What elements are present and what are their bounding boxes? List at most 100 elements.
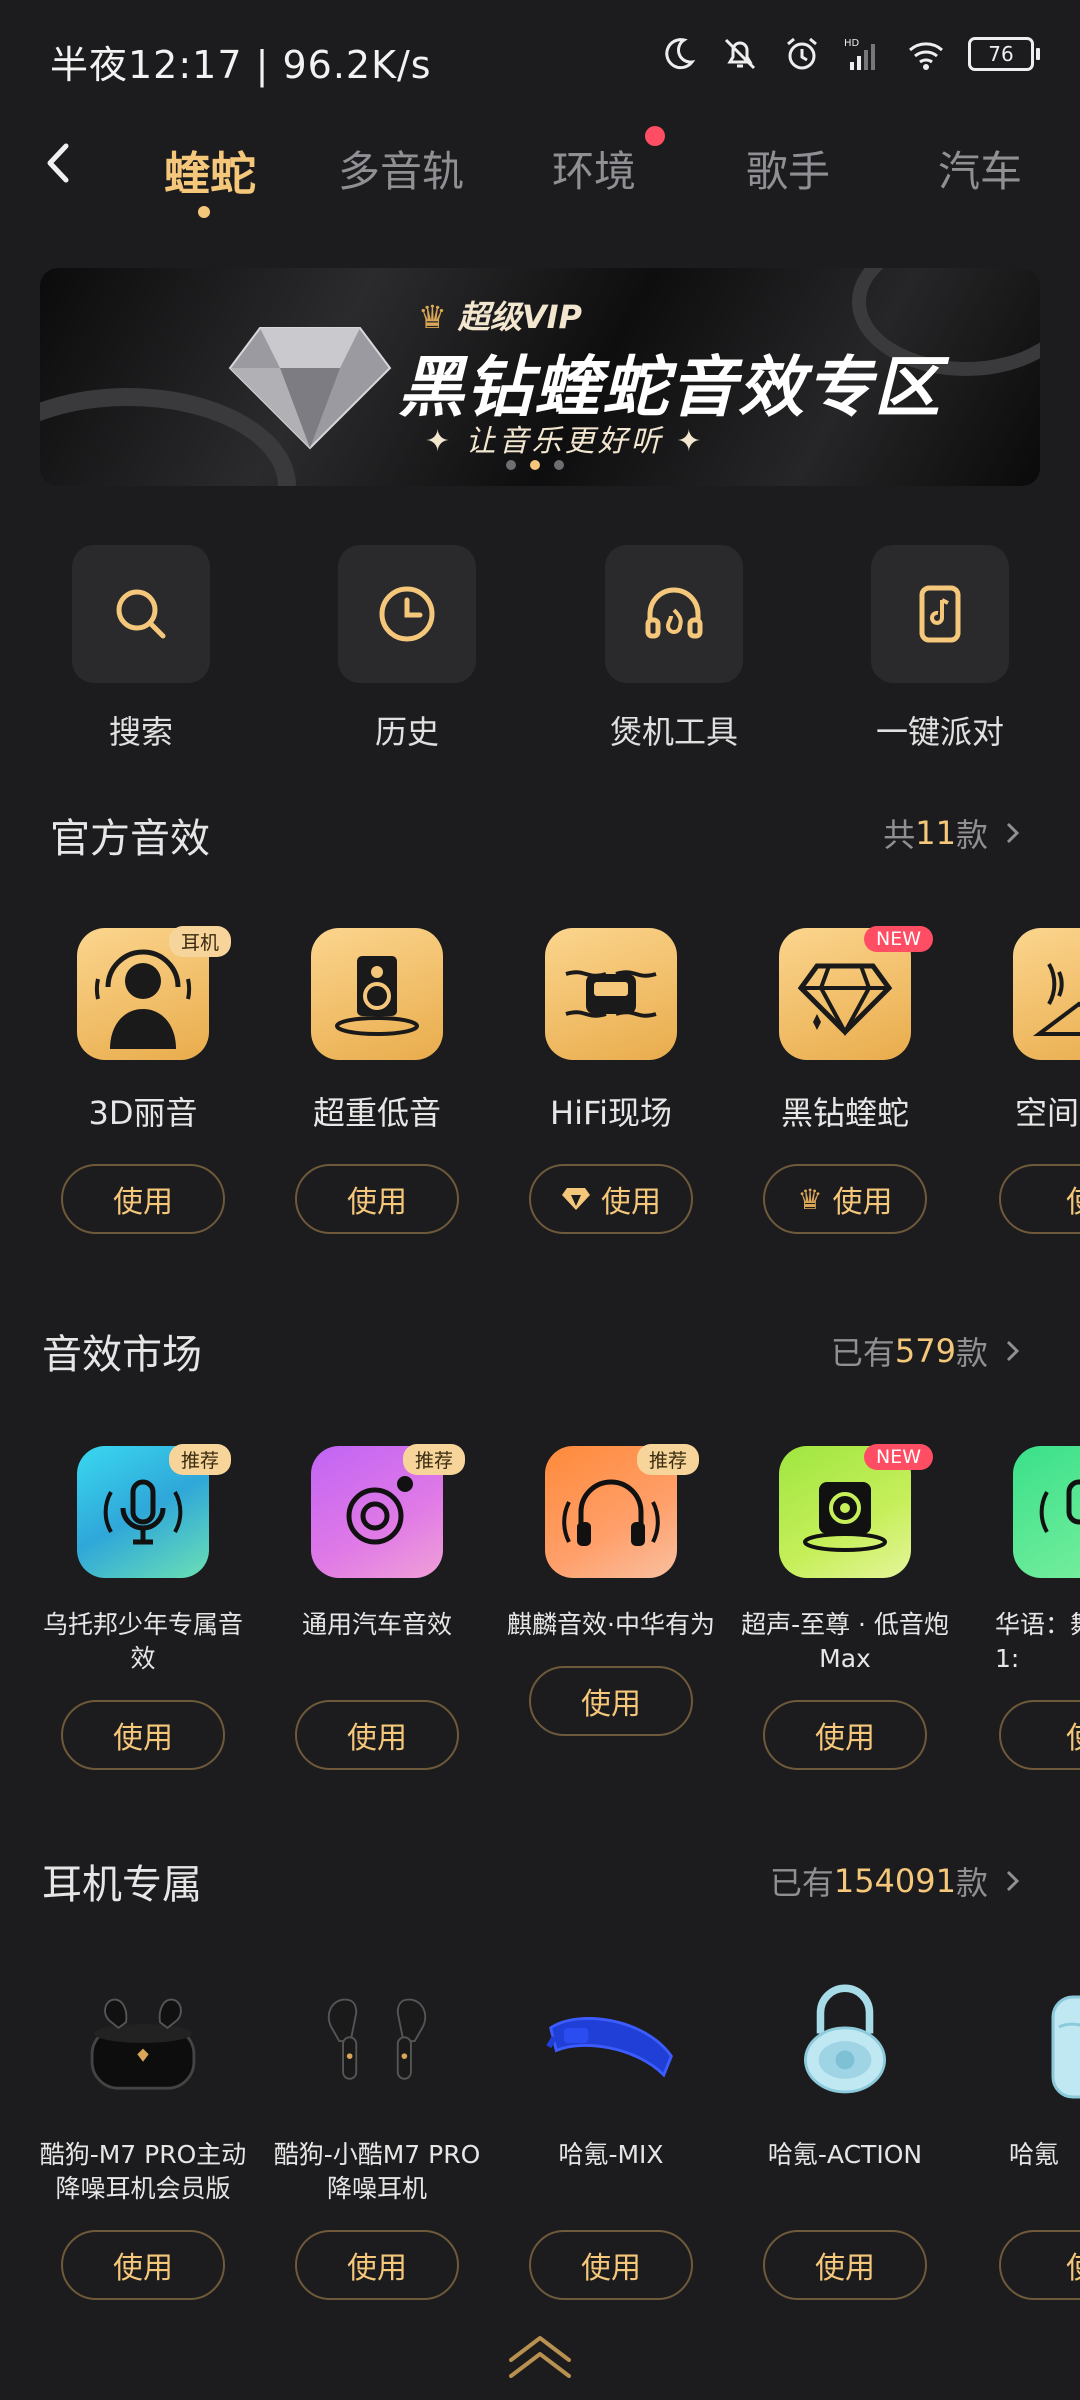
earphone-more-link[interactable]: 已有 154091 款 <box>770 1858 1024 1904</box>
earbuds-case-icon <box>1051 1995 1080 2099</box>
market-item-dance[interactable]: 华语：舞 1: 使 <box>969 1446 1080 1770</box>
tool-label: 历史 <box>374 713 439 751</box>
effect-name: 麒麟音效·中华有为 <box>507 1610 715 1639</box>
wifi-icon <box>909 42 943 70</box>
tool-label: 一键派对 <box>875 713 1004 751</box>
market-more-link[interactable]: 已有 579 款 <box>831 1328 1024 1374</box>
chevron-right-icon <box>1006 1870 1020 1892</box>
chevron-up-icon[interactable] <box>505 2330 575 2380</box>
use-label: 使用 <box>815 2251 875 2286</box>
status-time: 半夜12:17 | 96.2K/s <box>50 43 432 87</box>
tab-multitrack[interactable]: 多音轨 <box>338 138 464 199</box>
use-button[interactable]: 使用 <box>61 1164 225 1234</box>
official-more-link[interactable]: 共 11 款 <box>883 810 1024 856</box>
use-button[interactable]: ♛ 使用 <box>763 1164 927 1234</box>
use-label: 使用 <box>601 1185 661 1220</box>
use-button[interactable]: 使用 <box>295 1700 459 1770</box>
use-button[interactable]: 使用 <box>529 2230 693 2300</box>
more-suffix: 款 <box>955 1334 988 1372</box>
use-button[interactable]: 使 <box>999 1164 1080 1234</box>
effect-spatial[interactable]: 空间 使 <box>969 928 1080 1234</box>
tool-label: 煲机工具 <box>609 713 738 751</box>
effect-name: HiFi现场 <box>550 1094 672 1132</box>
tab-car[interactable]: 汽车 <box>938 138 1022 199</box>
earphone-haki-mix[interactable]: 哈氪-MIX 使用 <box>501 1976 721 2300</box>
svg-text:HD: HD <box>844 38 860 49</box>
battery-icon: 76 <box>968 37 1040 71</box>
clock-icon <box>379 586 435 642</box>
tab-singer[interactable]: 歌手 <box>746 138 830 199</box>
phone-music-icon <box>919 585 961 643</box>
diamond-icon <box>562 1188 590 1210</box>
page-dot-active <box>530 460 540 470</box>
earphone-haki-action[interactable]: 哈氪-ACTION 使用 <box>735 1976 955 2300</box>
badge-earphone: 耳机 <box>168 926 231 957</box>
earphone-name: 酷狗-M7 PRO主动降噪耳机会员版 <box>39 2140 247 2203</box>
tool-label: 搜索 <box>108 713 173 751</box>
use-button[interactable]: 使用 <box>529 1164 693 1234</box>
effect-bass[interactable]: 超重低音 使用 <box>267 928 487 1234</box>
tool-burn-in[interactable]: 煲机工具 <box>604 545 744 753</box>
use-button[interactable]: 使用 <box>295 2230 459 2300</box>
speaker-icon <box>335 956 419 1036</box>
subwoofer-icon <box>803 1482 887 1552</box>
tab-environment[interactable]: 环境 <box>552 138 636 199</box>
promo-banner[interactable]: ♛ 超级VIP 黑钻蝰蛇音效专区 ✦ 让音乐更好听 ✦ <box>40 268 1040 486</box>
use-label: 使用 <box>347 1185 407 1220</box>
use-button[interactable]: 使用 <box>529 1666 693 1736</box>
neckband-icon <box>546 2017 673 2078</box>
badge-recommend: 推荐 <box>636 1444 699 1475</box>
effect-name: 超重低音 <box>312 1094 441 1132</box>
earphone-name: 哈氪-MIX <box>558 2140 664 2169</box>
effect-name: 通用汽车音效 <box>301 1610 452 1639</box>
gem-icon <box>797 963 893 1037</box>
notification-dot <box>645 126 665 146</box>
back-icon[interactable] <box>34 138 84 188</box>
earphone-kugou-xiaoku[interactable]: 酷狗-小酷M7 PRO降噪耳机 使用 <box>267 1976 487 2300</box>
tool-party[interactable]: 一键派对 <box>870 545 1010 753</box>
earphone-kugou-m7pro[interactable]: 酷狗-M7 PRO主动降噪耳机会员版 使用 <box>33 1976 253 2300</box>
more-count: 11 <box>915 814 956 852</box>
use-label: 使用 <box>113 2251 173 2286</box>
earphone-name: 酷狗-小酷M7 PRO降噪耳机 <box>273 2140 481 2203</box>
vip-text: 超级VIP <box>457 298 582 336</box>
market-item-utopia[interactable]: 推荐 乌托邦少年专属音效 使用 <box>33 1444 253 1770</box>
use-button[interactable]: 使用 <box>763 2230 927 2300</box>
more-prefix: 已有 <box>830 1334 895 1372</box>
crown-icon: ♛ <box>797 1182 823 1216</box>
use-button[interactable]: 使用 <box>295 1164 459 1234</box>
use-button[interactable]: 使用 <box>763 1700 927 1770</box>
market-item-subwoofer[interactable]: NEW 超声-至尊 · 低音炮Max 使用 <box>735 1444 955 1770</box>
use-label: 使用 <box>815 1721 875 1756</box>
sofa-icon <box>565 970 657 1018</box>
more-count: 154091 <box>833 1862 956 1900</box>
effect-name: 华语：舞 1: <box>995 1610 1080 1673</box>
effect-name: 3D丽音 <box>88 1094 198 1132</box>
use-button[interactable]: 使 <box>999 1700 1080 1770</box>
market-item-car[interactable]: 推荐 通用汽车音效 使用 <box>267 1444 487 1770</box>
use-label: 使用 <box>832 1185 893 1220</box>
section-official-title: 官方音效 <box>50 816 210 862</box>
use-label: 使用 <box>581 2251 641 2286</box>
use-button[interactable]: 使用 <box>61 2230 225 2300</box>
banner-pagination <box>506 460 564 470</box>
open-earbuds-icon <box>803 1984 887 2094</box>
effect-hifi[interactable]: HiFi现场 使用 <box>501 928 721 1234</box>
effect-name: 黑钻蝰蛇 <box>780 1094 909 1132</box>
use-button[interactable]: 使用 <box>61 1700 225 1770</box>
effect-black-diamond[interactable]: NEW 黑钻蝰蛇 ♛ 使用 <box>735 926 955 1234</box>
tab-viper[interactable]: 蝰蛇 <box>164 138 256 204</box>
tool-search[interactable]: 搜索 <box>71 545 211 753</box>
effect-3d[interactable]: 耳机 3D丽音 使用 <box>33 926 253 1234</box>
earphone-name: 哈氪-ACTION <box>767 2140 923 2169</box>
spatial-icon <box>1033 963 1080 1036</box>
effect-name: 乌托邦少年专属音效 <box>42 1610 243 1673</box>
badge-recommend: 推荐 <box>402 1444 465 1475</box>
tool-history[interactable]: 历史 <box>337 545 477 753</box>
earphone-haki-partial[interactable]: 哈氪 使 <box>969 1976 1080 2300</box>
page-dot <box>506 460 516 470</box>
use-button[interactable]: 使 <box>999 2230 1080 2300</box>
search-icon <box>116 589 166 639</box>
earbuds-case-icon <box>90 1998 196 2090</box>
market-item-kirin[interactable]: 推荐 麒麟音效·中华有为 使用 <box>501 1444 721 1736</box>
